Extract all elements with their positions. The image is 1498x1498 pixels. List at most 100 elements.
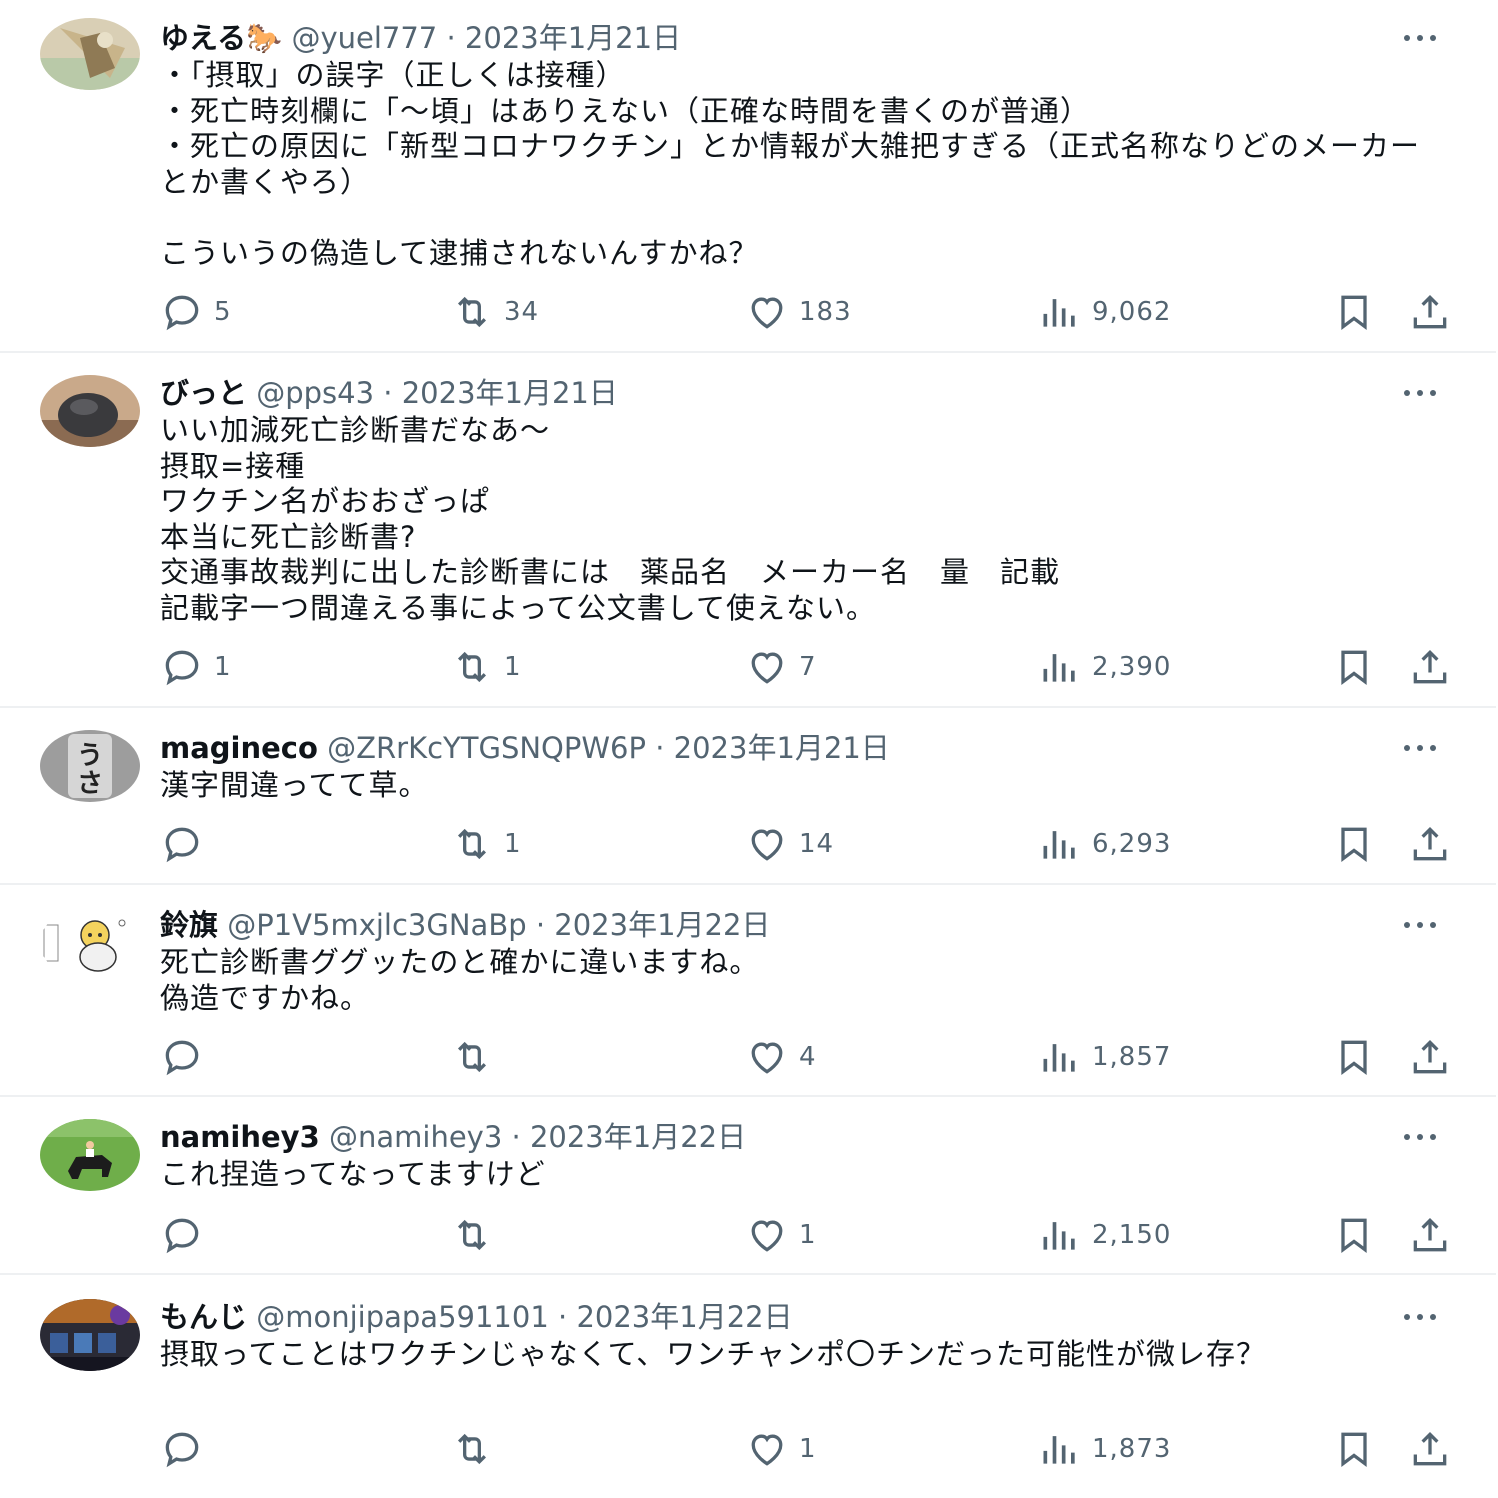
views-count: 2,150 [1092, 1220, 1172, 1250]
share-icon [1413, 1431, 1447, 1466]
action-bar: 1 14 6,293 [160, 822, 1460, 866]
retweet-button[interactable] [450, 1035, 504, 1079]
tweet[interactable]: namihey3 @namihey3 · 2023年1月22日 これ捏造ってなっ… [0, 1097, 1496, 1275]
reply-feed: ゆえる🐎 @yuel777 · 2023年1月21日 ・「摂取」の誤字（正しくは… [0, 0, 1498, 1498]
avatar[interactable]: う さ [40, 730, 140, 802]
more-button[interactable] [1400, 1301, 1440, 1331]
avatar[interactable] [40, 907, 140, 979]
views-button[interactable]: 6,293 [1038, 822, 1171, 866]
more-button[interactable] [1400, 377, 1440, 407]
retweet-button[interactable]: 1 [450, 645, 522, 689]
views-count: 2,390 [1092, 652, 1172, 682]
more-button[interactable] [1400, 22, 1440, 52]
retweet-button[interactable] [450, 1427, 504, 1471]
share-button[interactable] [1408, 290, 1452, 334]
user-handle[interactable]: @namihey3 [329, 1120, 502, 1154]
tweet-date[interactable]: 2023年1月21日 [465, 21, 681, 55]
views-count: 1,857 [1092, 1042, 1172, 1072]
tweet[interactable]: もんじ @monjipapa591101 · 2023年1月22日 摂取ってこと… [0, 1275, 1496, 1498]
tweet[interactable]: う さ magineco @ZRrKcYTGSNQPW6P · 2023年1月2… [0, 708, 1496, 885]
display-name[interactable]: namihey3 [160, 1120, 320, 1154]
separator-dot: · [655, 731, 665, 765]
avatar[interactable] [40, 1119, 140, 1191]
bookmark-button[interactable] [1332, 290, 1376, 334]
views-button[interactable]: 2,390 [1038, 645, 1171, 689]
tweet-date[interactable]: 2023年1月21日 [674, 731, 890, 765]
display-name[interactable]: ゆえる🐎 [160, 21, 282, 55]
retweet-icon [457, 1433, 487, 1465]
share-button[interactable] [1408, 645, 1452, 689]
tweet[interactable]: 鈴旗 @P1V5mxjlc3GNaBp · 2023年1月22日 死亡診断書ググ… [0, 885, 1496, 1097]
share-button[interactable] [1408, 1427, 1452, 1471]
avatar[interactable] [40, 1299, 140, 1371]
reply-button[interactable] [160, 1427, 214, 1471]
tweet-date[interactable]: 2023年1月21日 [402, 376, 618, 410]
tweet[interactable]: ゆえる🐎 @yuel777 · 2023年1月21日 ・「摂取」の誤字（正しくは… [0, 0, 1496, 353]
tweet-header: びっと @pps43 · 2023年1月21日 [160, 373, 618, 413]
retweet-icon [457, 296, 487, 328]
more-button[interactable] [1400, 909, 1440, 939]
tweet-text: 漢字間違ってて草。 [160, 768, 429, 802]
like-button[interactable]: 183 [745, 290, 852, 334]
display-name[interactable]: びっと [160, 376, 247, 410]
reply-button[interactable]: 1 [160, 645, 232, 689]
display-name[interactable]: もんじ [160, 1300, 247, 1334]
more-button[interactable] [1400, 1121, 1440, 1151]
user-handle[interactable]: @ZRrKcYTGSNQPW6P [327, 731, 646, 765]
tweet-header: もんじ @monjipapa591101 · 2023年1月22日 [160, 1297, 793, 1337]
retweet-button[interactable]: 34 [450, 290, 539, 334]
separator-dot: · [535, 908, 546, 942]
display-name[interactable]: 鈴旗 [160, 908, 218, 942]
views-count: 1,873 [1092, 1434, 1172, 1464]
tweet-text: 死亡診断書ググッたのと確かに違いますね。 偽造ですかね。 [160, 945, 760, 1015]
tweet-date[interactable]: 2023年1月22日 [554, 908, 770, 942]
display-name[interactable]: magineco [160, 731, 318, 765]
share-icon [1413, 1039, 1447, 1074]
reply-button[interactable]: 5 [160, 290, 232, 334]
bookmark-button[interactable] [1332, 645, 1376, 689]
avatar[interactable] [40, 375, 140, 447]
views-button[interactable]: 9,062 [1038, 290, 1171, 334]
retweet-button[interactable] [450, 1213, 504, 1257]
like-count: 183 [799, 297, 852, 327]
user-handle[interactable]: @yuel777 [291, 21, 437, 55]
like-button[interactable]: 1 [745, 1213, 817, 1257]
retweet-icon [457, 1041, 487, 1073]
reply-button[interactable] [160, 822, 214, 866]
tweet-date[interactable]: 2023年1月22日 [530, 1120, 746, 1154]
like-button[interactable]: 14 [745, 822, 834, 866]
share-icon [1413, 294, 1447, 329]
user-handle[interactable]: @pps43 [256, 376, 374, 410]
like-icon [751, 829, 783, 861]
bookmark-icon [1341, 1432, 1367, 1467]
like-button[interactable]: 1 [745, 1427, 817, 1471]
tweet[interactable]: びっと @pps43 · 2023年1月21日 いい加減死亡診断書だなあ〜 摂取… [0, 353, 1496, 708]
views-button[interactable]: 1,873 [1038, 1427, 1171, 1471]
like-button[interactable]: 7 [745, 645, 817, 689]
user-handle[interactable]: @monjipapa591101 [256, 1300, 549, 1334]
like-count: 1 [799, 1434, 817, 1464]
avatar[interactable] [40, 18, 140, 90]
reply-button[interactable] [160, 1213, 214, 1257]
more-button[interactable] [1400, 732, 1440, 762]
bookmark-button[interactable] [1332, 1427, 1376, 1471]
user-handle[interactable]: @P1V5mxjlc3GNaBp [227, 908, 526, 942]
tweet-date[interactable]: 2023年1月22日 [576, 1300, 792, 1334]
bookmark-button[interactable] [1332, 822, 1376, 866]
views-button[interactable]: 1,857 [1038, 1035, 1171, 1079]
views-icon [1043, 1436, 1075, 1464]
bookmark-button[interactable] [1332, 1035, 1376, 1079]
reply-icon [165, 827, 199, 863]
share-button[interactable] [1408, 1213, 1452, 1257]
bookmark-button[interactable] [1332, 1213, 1376, 1257]
action-bar: 1 2,150 [160, 1213, 1460, 1257]
reply-button[interactable] [160, 1035, 214, 1079]
like-count: 1 [799, 1220, 817, 1250]
share-button[interactable] [1408, 822, 1452, 866]
retweet-button[interactable]: 1 [450, 822, 522, 866]
like-icon [751, 1042, 783, 1074]
like-button[interactable]: 4 [745, 1035, 817, 1079]
views-button[interactable]: 2,150 [1038, 1213, 1171, 1257]
share-button[interactable] [1408, 1035, 1452, 1079]
like-count: 4 [799, 1042, 817, 1072]
